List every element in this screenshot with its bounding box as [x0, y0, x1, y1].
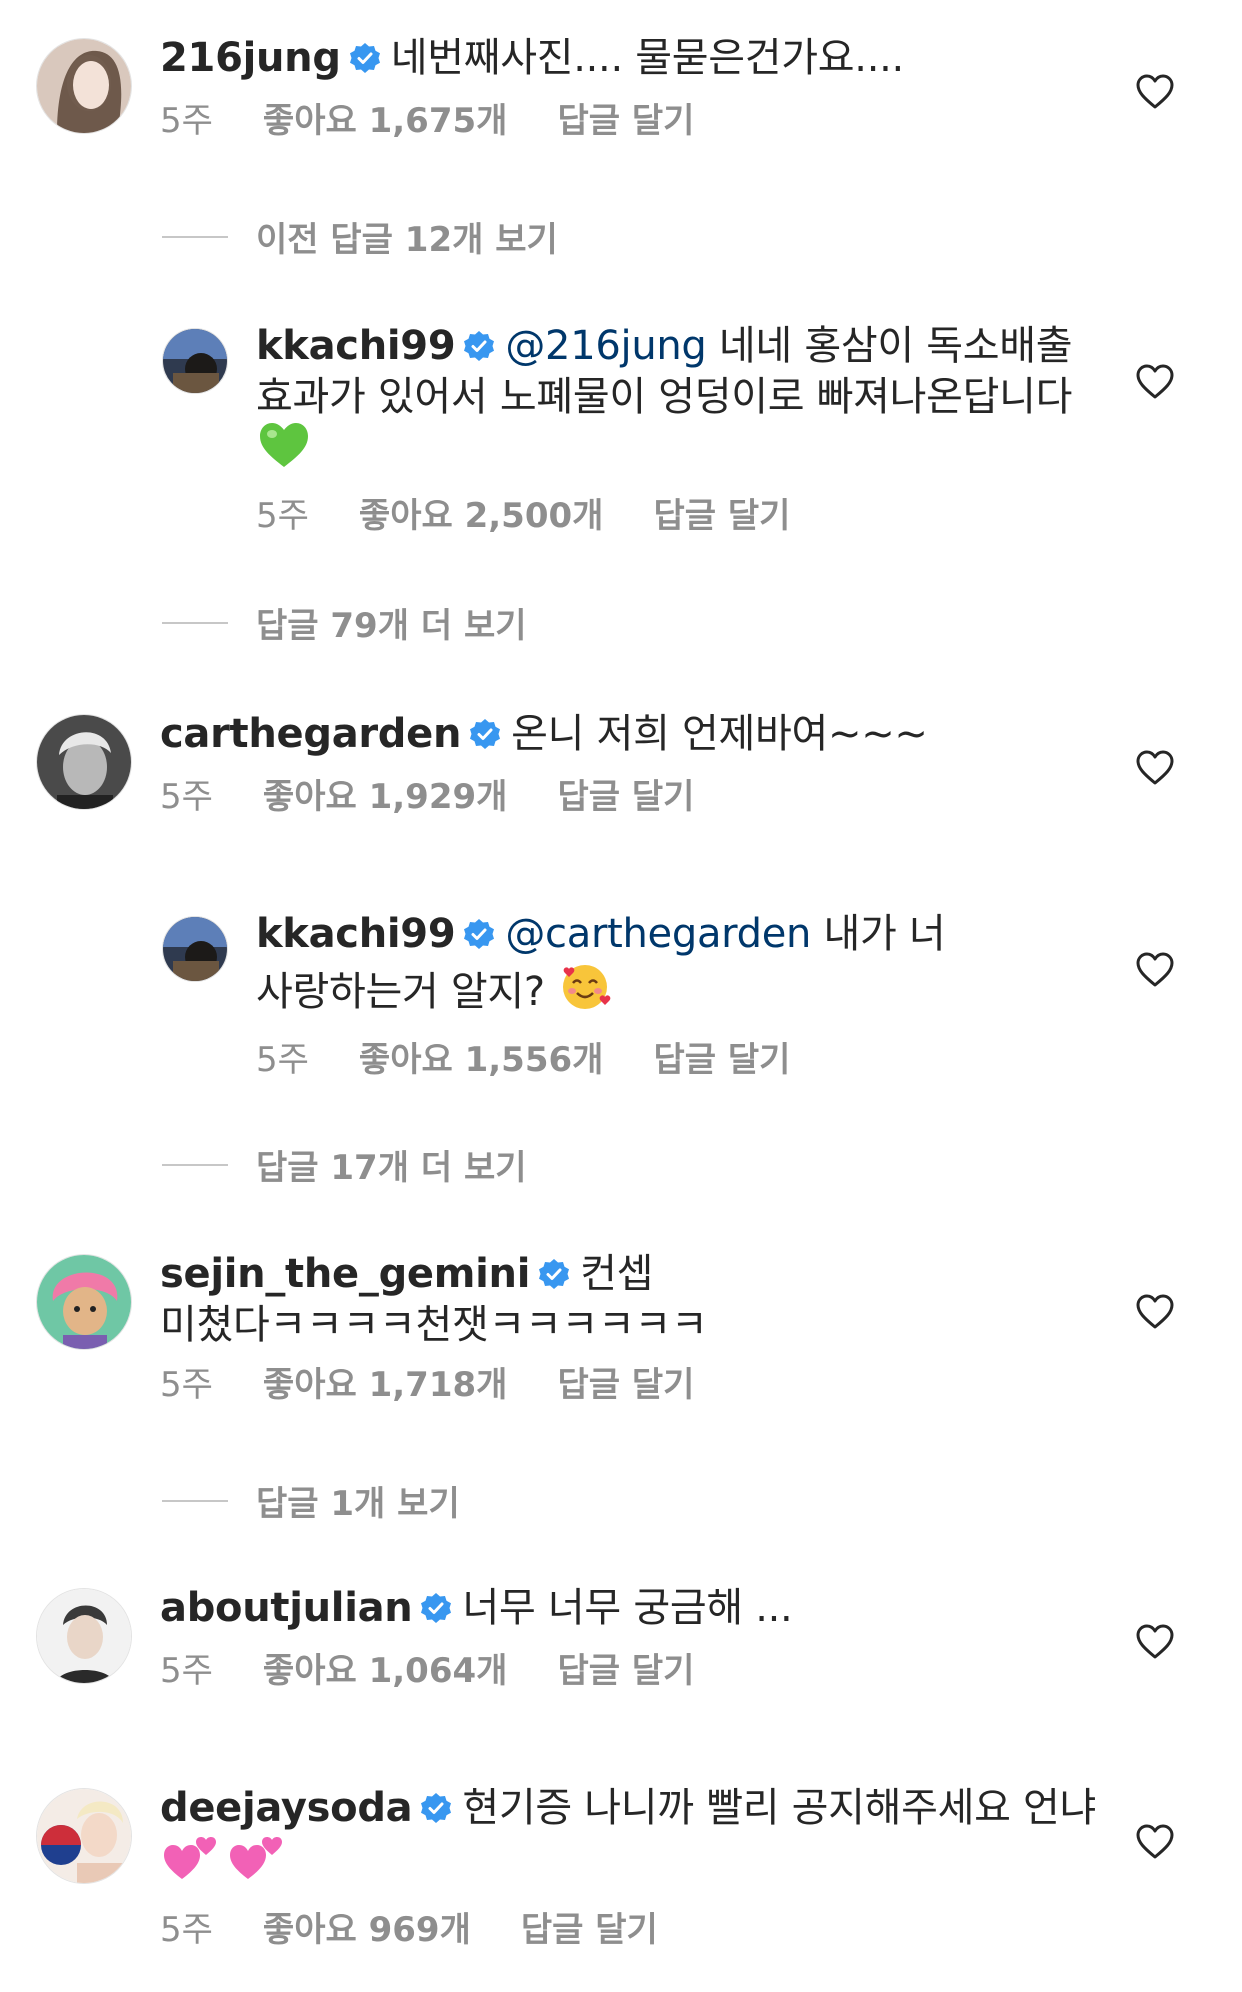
view-replies-label: 답글 79개 더 보기 [256, 606, 527, 646]
verified-badge-icon [463, 913, 495, 961]
reply-button[interactable]: 답글 달기 [557, 775, 694, 819]
view-replies-button[interactable]: 답글 17개 더 보기 [162, 1140, 527, 1189]
comment-time: 5주 [160, 1651, 213, 1691]
likes-count[interactable]: 좋아요 1,675개 [263, 99, 508, 143]
verified-badge-icon [538, 1253, 570, 1301]
likes-count[interactable]: 좋아요 969개 [263, 1908, 471, 1952]
like-heart-icon[interactable] [1136, 1824, 1174, 1860]
reply-button[interactable]: 답글 달기 [653, 1038, 790, 1082]
comment-time: 5주 [256, 1040, 309, 1080]
reply-button[interactable]: 답글 달기 [521, 1908, 658, 1952]
divider [162, 621, 228, 624]
comment-text: 온니 저희 언제바여~~~ [511, 711, 928, 757]
username[interactable]: sejin_the_gemini [160, 1251, 530, 1297]
reply-button[interactable]: 답글 달기 [653, 494, 790, 538]
comment-time: 5주 [160, 1365, 213, 1405]
view-replies-button[interactable]: 답글 1개 보기 [162, 1476, 460, 1525]
divider [162, 1499, 228, 1502]
view-replies-button[interactable]: 답글 79개 더 보기 [162, 598, 527, 647]
reply-button[interactable]: 답글 달기 [557, 99, 694, 143]
comment-text: 네번째사진.... 물묻은건가요.... [390, 35, 905, 81]
username[interactable]: kkachi99 [256, 911, 456, 957]
avatar[interactable] [162, 916, 228, 982]
view-replies-label: 답글 17개 더 보기 [256, 1148, 527, 1188]
comment-text: 현기증 나니까 빨리 공지해주세요 언냐 [462, 1785, 1097, 1831]
likes-count[interactable]: 좋아요 1,064개 [263, 1649, 508, 1693]
comment-text: 너무 너무 궁금해 ... [462, 1585, 793, 1631]
likes-count[interactable]: 좋아요 2,500개 [359, 494, 604, 538]
green-heart-icon [258, 421, 310, 480]
avatar[interactable] [36, 1254, 132, 1350]
verified-badge-icon [463, 325, 495, 373]
verified-badge-icon [420, 1587, 452, 1635]
avatar[interactable] [162, 328, 228, 394]
comment-time: 5주 [256, 496, 309, 536]
username[interactable]: 216jung [160, 35, 341, 81]
divider [162, 235, 228, 238]
view-replies-label: 답글 1개 보기 [256, 1484, 460, 1524]
smiling-face-with-hearts-icon [559, 961, 611, 1024]
view-replies-label: 이전 답글 12개 보기 [256, 220, 558, 260]
avatar[interactable] [36, 714, 132, 810]
verified-badge-icon [349, 37, 381, 85]
likes-count[interactable]: 좋아요 1,556개 [359, 1038, 604, 1082]
verified-badge-icon [469, 713, 501, 761]
avatar[interactable] [36, 1588, 132, 1684]
two-hearts-icon [162, 1835, 218, 1894]
like-heart-icon[interactable] [1136, 750, 1174, 786]
likes-count[interactable]: 좋아요 1,929개 [263, 775, 508, 819]
comment-time: 5주 [160, 101, 213, 141]
username[interactable]: kkachi99 [256, 323, 456, 369]
avatar[interactable] [36, 38, 132, 134]
likes-count[interactable]: 좋아요 1,718개 [263, 1363, 508, 1407]
reply-button[interactable]: 답글 달기 [557, 1363, 694, 1407]
mention-link[interactable]: @216jung [505, 323, 706, 369]
divider [162, 1163, 228, 1166]
like-heart-icon[interactable] [1136, 1624, 1174, 1660]
username[interactable]: deejaysoda [160, 1785, 413, 1831]
like-heart-icon[interactable] [1136, 74, 1174, 110]
avatar[interactable] [36, 1788, 132, 1884]
username[interactable]: carthegarden [160, 711, 461, 757]
verified-badge-icon [420, 1787, 452, 1835]
reply-button[interactable]: 답글 달기 [557, 1649, 694, 1693]
mention-link[interactable]: @carthegarden [505, 911, 811, 957]
like-heart-icon[interactable] [1136, 1294, 1174, 1330]
username[interactable]: aboutjulian [160, 1585, 413, 1631]
comment-time: 5주 [160, 1910, 213, 1950]
like-heart-icon[interactable] [1136, 952, 1174, 988]
view-replies-button[interactable]: 이전 답글 12개 보기 [162, 212, 558, 261]
two-hearts-icon [228, 1835, 284, 1894]
like-heart-icon[interactable] [1136, 364, 1174, 400]
comment-time: 5주 [160, 777, 213, 817]
